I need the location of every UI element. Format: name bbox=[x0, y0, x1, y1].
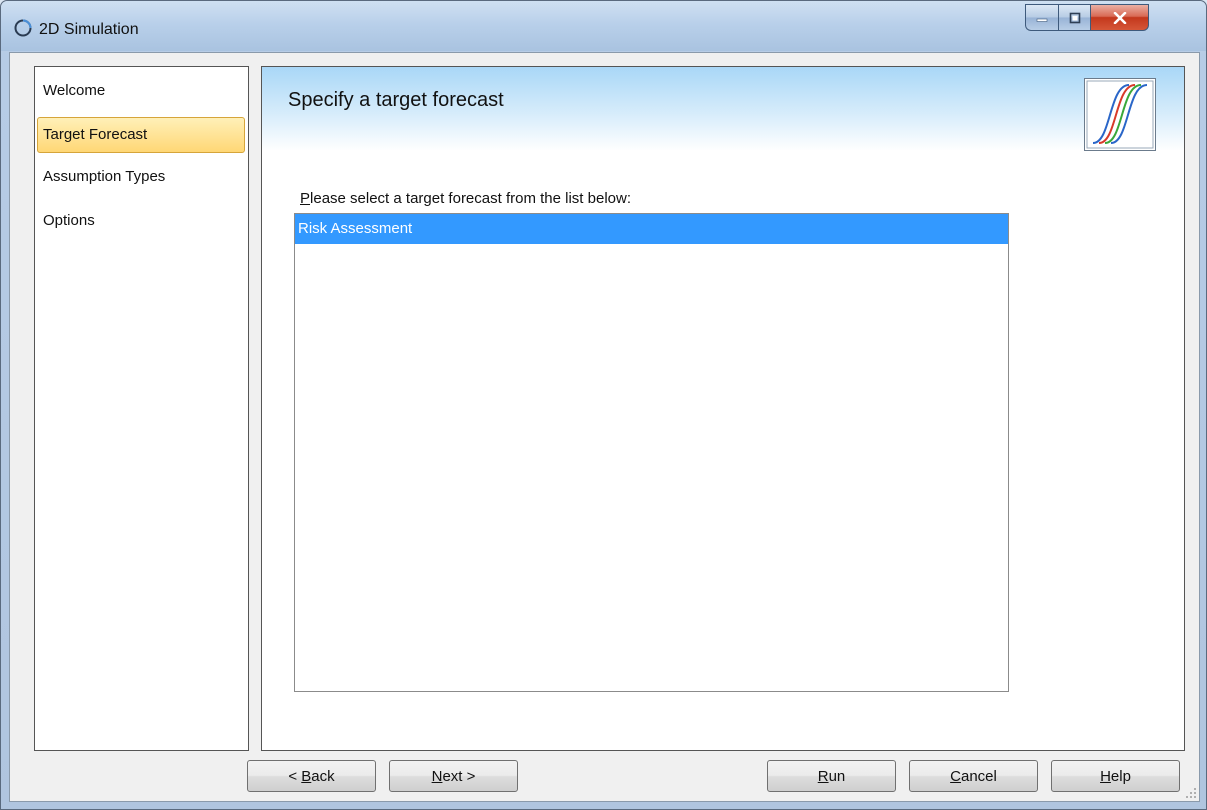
close-icon bbox=[1113, 11, 1126, 24]
accelerator-key: C bbox=[950, 767, 961, 785]
window-title: 2D Simulation bbox=[39, 21, 139, 38]
button-label: ext > bbox=[442, 767, 476, 785]
sigmoid-curves-icon bbox=[1086, 80, 1154, 149]
forecast-list-label: Please select a target forecast from the… bbox=[300, 190, 631, 207]
nav-item-welcome[interactable]: Welcome bbox=[43, 82, 105, 99]
back-button[interactable]: < Back bbox=[247, 760, 376, 792]
wizard-image bbox=[1084, 78, 1156, 151]
wizard-content-panel: Specify a target forecast Please select … bbox=[261, 66, 1185, 751]
button-label: ancel bbox=[960, 767, 997, 785]
accelerator-key: R bbox=[817, 767, 829, 785]
button-label: un bbox=[828, 767, 846, 785]
minimize-button[interactable] bbox=[1025, 4, 1058, 31]
wizard-nav-list: Welcome Target Forecast Assumption Types… bbox=[34, 66, 249, 751]
close-button[interactable] bbox=[1091, 4, 1149, 31]
next-button[interactable]: Next > bbox=[389, 760, 518, 792]
accelerator-key: P bbox=[300, 190, 311, 207]
maximize-button[interactable] bbox=[1058, 4, 1091, 31]
nav-item-label: Target Forecast bbox=[43, 126, 148, 143]
panel-header: Specify a target forecast bbox=[262, 67, 1184, 151]
accelerator-key: H bbox=[1100, 767, 1111, 785]
button-label: ack bbox=[311, 767, 335, 785]
page-title: Specify a target forecast bbox=[288, 89, 504, 111]
minimize-icon bbox=[1036, 18, 1048, 22]
button-prefix: < bbox=[288, 767, 302, 785]
forecast-listbox[interactable]: Risk Assessment bbox=[294, 213, 1009, 692]
title-bar[interactable]: 2D Simulation bbox=[1, 1, 1206, 51]
list-item-label: Risk Assessment bbox=[298, 220, 413, 237]
nav-item-label: Options bbox=[43, 212, 95, 229]
maximize-icon bbox=[1069, 12, 1080, 23]
cancel-button[interactable]: Cancel bbox=[909, 760, 1038, 792]
accelerator-key: B bbox=[301, 767, 312, 785]
nav-item-label: Welcome bbox=[43, 82, 106, 99]
run-button[interactable]: Run bbox=[767, 760, 896, 792]
forecast-list-label-text: lease select a target forecast from the … bbox=[310, 190, 631, 207]
list-item[interactable]: Risk Assessment bbox=[295, 214, 1008, 244]
button-label: elp bbox=[1110, 767, 1131, 785]
nav-item-assumption-types[interactable]: Assumption Types bbox=[43, 168, 165, 185]
application-window: 2D Simulation Welcome Target Forecast As… bbox=[0, 0, 1207, 810]
nav-item-target-forecast[interactable]: Target Forecast bbox=[37, 117, 245, 153]
app-logo-icon bbox=[14, 19, 32, 37]
help-button[interactable]: Help bbox=[1051, 760, 1180, 792]
nav-item-label: Assumption Types bbox=[43, 168, 166, 185]
resize-grip-icon[interactable] bbox=[1185, 787, 1197, 799]
nav-item-options[interactable]: Options bbox=[43, 212, 95, 229]
dialog-client-area: Welcome Target Forecast Assumption Types… bbox=[9, 52, 1200, 802]
accelerator-key: N bbox=[431, 767, 443, 785]
